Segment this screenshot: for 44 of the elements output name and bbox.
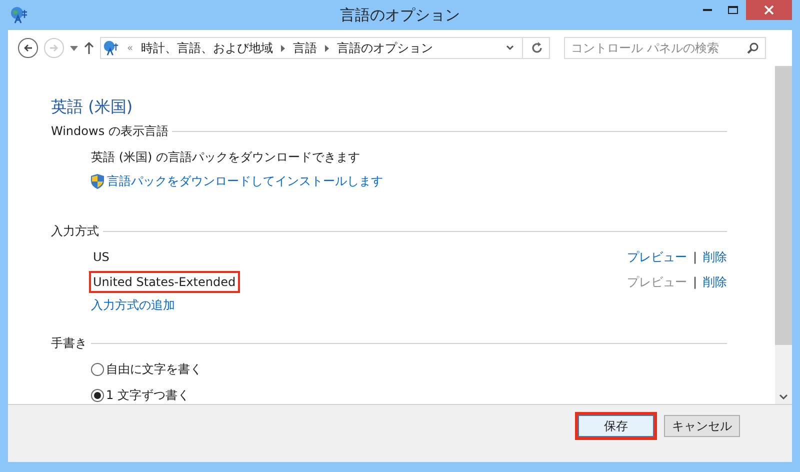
add-input-method-link[interactable]: 入力方式の追加 (91, 296, 775, 314)
left-arrow-icon (23, 43, 33, 53)
search-icon (747, 42, 759, 54)
download-link[interactable]: 言語パックをダウンロードしてインストールします (107, 172, 383, 190)
right-arrow-icon (49, 43, 59, 53)
remove-link[interactable]: 削除 (703, 272, 727, 290)
chevron-down-icon[interactable] (506, 45, 514, 51)
chevron-down-icon[interactable] (779, 394, 788, 400)
section-title: 手書き (51, 335, 87, 352)
separator-text: | (692, 274, 697, 290)
address-bar[interactable]: « 時計、言語、および地域 言語 言語のオプション (100, 37, 550, 59)
dropdown-caret-icon[interactable] (70, 46, 78, 50)
breadcrumb-item[interactable]: 時計、言語、および地域 (141, 39, 274, 57)
globe-icon (10, 6, 28, 24)
close-button[interactable] (746, 0, 792, 20)
chevron-right-icon (281, 44, 286, 52)
scrollbar[interactable] (775, 66, 792, 404)
separator-text: | (692, 248, 697, 266)
language-heading: 英語 (米国) (51, 96, 134, 118)
input-method-name: US (92, 248, 110, 266)
section-title: 入力方式 (51, 223, 99, 240)
input-method-name: United States-Extended (89, 270, 240, 292)
preview-link[interactable]: プレビュー (626, 248, 687, 266)
search-field[interactable]: コントロール パネルの検索 (564, 37, 766, 59)
dialog-button[interactable]: キャンセル (664, 415, 740, 437)
section-title: Windows の表示言語 (51, 123, 168, 140)
back-button[interactable] (18, 38, 38, 58)
dialog-button[interactable]: 保存 (578, 415, 654, 437)
radio-button[interactable] (91, 388, 104, 402)
radio-option[interactable]: 1 文字ずつ書く (91, 382, 190, 404)
shield-icon (91, 174, 104, 188)
radio-option[interactable]: 自由に文字を書く (91, 356, 202, 382)
close-icon (764, 5, 774, 15)
radio-button[interactable] (91, 362, 104, 376)
breadcrumb-item[interactable]: « (127, 40, 134, 56)
breadcrumb-item[interactable]: 言語 (293, 39, 318, 57)
window-title: 言語のオプション (340, 4, 460, 26)
breadcrumb-item[interactable]: 言語のオプション (337, 39, 434, 57)
remove-link[interactable]: 削除 (703, 248, 727, 266)
info-text: 英語 (米国) の言語パックをダウンロードできます (91, 149, 361, 166)
chevron-right-icon (325, 44, 330, 52)
refresh-icon[interactable] (531, 42, 543, 54)
globe-icon (103, 40, 119, 56)
up-arrow-icon[interactable] (84, 42, 94, 54)
